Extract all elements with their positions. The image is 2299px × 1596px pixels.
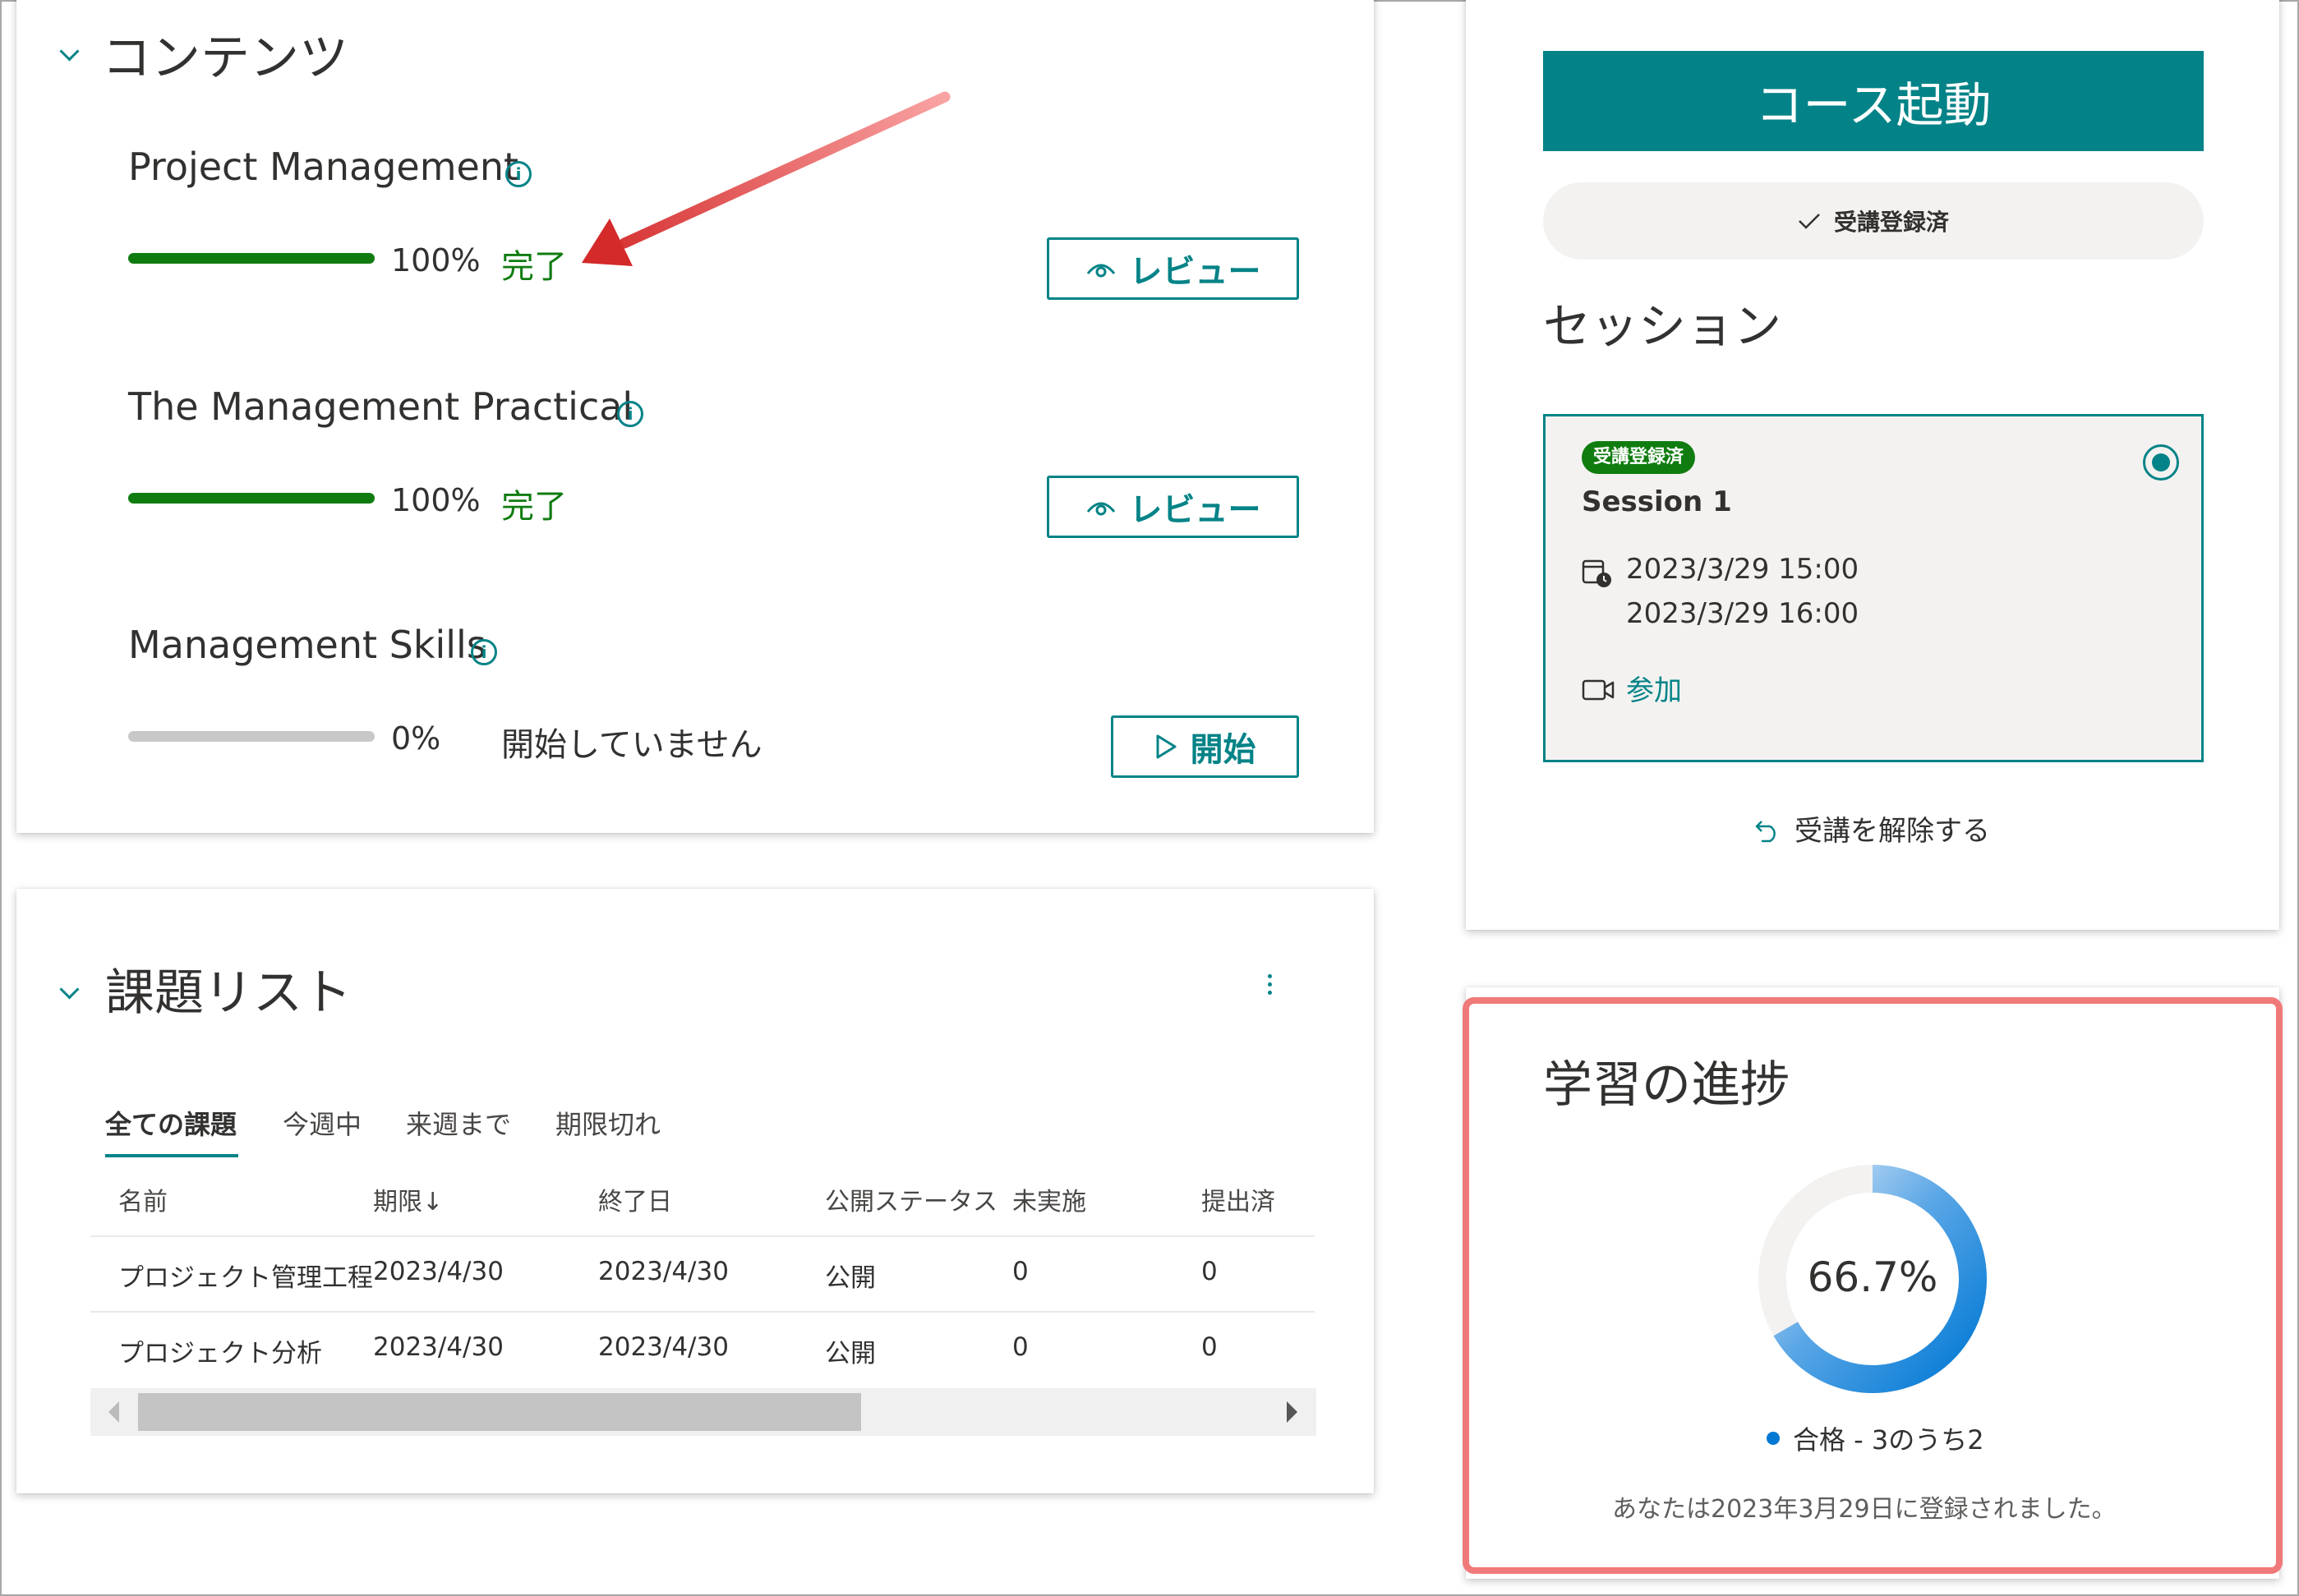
- more-options-icon[interactable]: [1268, 974, 1273, 996]
- progress-legend: 合格 - 3のうち2: [1767, 1419, 1984, 1457]
- cell-name: プロジェクト管理工程: [118, 1263, 373, 1293]
- unenroll-label: 受講を解除する: [1795, 815, 1990, 848]
- scroll-left-arrow-icon[interactable]: [108, 1401, 119, 1423]
- tab-overdue[interactable]: 期限切れ: [555, 1104, 661, 1142]
- cell-submitted: 0: [1201, 1257, 1218, 1286]
- cell-submitted: 0: [1201, 1332, 1218, 1362]
- table-divider: [90, 1311, 1315, 1313]
- undo-icon: [1755, 820, 1776, 842]
- sessions-title: セッション: [1543, 298, 1782, 354]
- scrollbar-thumb[interactable]: [138, 1393, 861, 1431]
- launch-course-label: コース起動: [1755, 77, 1992, 133]
- cell-publish-status: 公開: [825, 1339, 876, 1368]
- column-header-publish-status[interactable]: 公開ステータス: [825, 1181, 997, 1217]
- enrolled-status-label: 受講登録済: [1833, 209, 1949, 236]
- cell-end-date: 2023/4/30: [598, 1257, 729, 1286]
- tab-until-next-week[interactable]: 来週まで: [406, 1104, 511, 1142]
- session-enrolled-badge: 受講登録済: [1582, 441, 1696, 474]
- tasks-card: 課題リスト 全ての課題 今週中 来週まで 期限切れ 名前 期限↓ 終了日 公開ス…: [16, 889, 1374, 1493]
- tab-all-tasks[interactable]: 全ての課題: [105, 1104, 237, 1142]
- video-camera-icon: [1582, 679, 1615, 701]
- column-header-name[interactable]: 名前: [118, 1181, 168, 1217]
- join-session-link[interactable]: 参加: [1626, 668, 1682, 708]
- donut-percent-label: 66.7%: [1808, 1253, 1938, 1301]
- cell-due: 2023/4/30: [373, 1257, 504, 1286]
- enrolled-date-note: あなたは2023年3月29日に登録されました。: [1612, 1495, 2117, 1524]
- table-divider: [90, 1235, 1315, 1237]
- session-end-time: 2023/3/29 16:00: [1626, 597, 1859, 630]
- cell-name: プロジェクト分析: [118, 1339, 322, 1368]
- calendar-clock-icon: [1582, 559, 1611, 587]
- cell-end-date: 2023/4/30: [598, 1332, 729, 1362]
- session-card[interactable]: 受講登録済 Session 1 2023/3/29 15:00 2023/3/2…: [1543, 414, 2204, 762]
- chevron-down-icon[interactable]: [59, 979, 80, 1000]
- launch-course-button[interactable]: コース起動: [1543, 51, 2204, 151]
- legend-dot-icon: [1767, 1432, 1780, 1445]
- session-radio-selected[interactable]: [2143, 444, 2179, 481]
- column-header-not-done[interactable]: 未実施: [1012, 1181, 1086, 1217]
- session-name: Session 1: [1582, 485, 1732, 518]
- cell-not-done: 0: [1012, 1332, 1029, 1362]
- cell-publish-status: 公開: [825, 1263, 876, 1293]
- checkmark-icon: [1799, 214, 1820, 229]
- unenroll-link[interactable]: 受講を解除する: [1753, 808, 1990, 849]
- tasks-title: 課題リスト: [105, 964, 352, 1022]
- progress-title: 学習の進捗: [1543, 1056, 1790, 1114]
- horizontal-scrollbar[interactable]: [90, 1388, 1316, 1436]
- tab-active-underline: [105, 1154, 238, 1157]
- course-card: コース起動 受講登録済 セッション 受講登録済 Session 1 2023/3…: [1466, 0, 2279, 930]
- cell-due: 2023/4/30: [373, 1332, 504, 1362]
- scroll-right-arrow-icon[interactable]: [1287, 1401, 1297, 1423]
- legend-label: 合格 - 3のうち2: [1793, 1424, 1984, 1456]
- cell-not-done: 0: [1012, 1257, 1029, 1286]
- column-header-due[interactable]: 期限↓: [373, 1181, 443, 1217]
- column-header-submitted[interactable]: 提出済: [1201, 1181, 1275, 1217]
- session-start-time: 2023/3/29 15:00: [1626, 553, 1859, 586]
- column-header-end-date[interactable]: 終了日: [598, 1181, 672, 1217]
- progress-donut-chart: 66.7%: [1758, 1165, 1987, 1393]
- tab-this-week[interactable]: 今週中: [283, 1104, 362, 1142]
- enrolled-status-button[interactable]: 受講登録済: [1543, 182, 2204, 260]
